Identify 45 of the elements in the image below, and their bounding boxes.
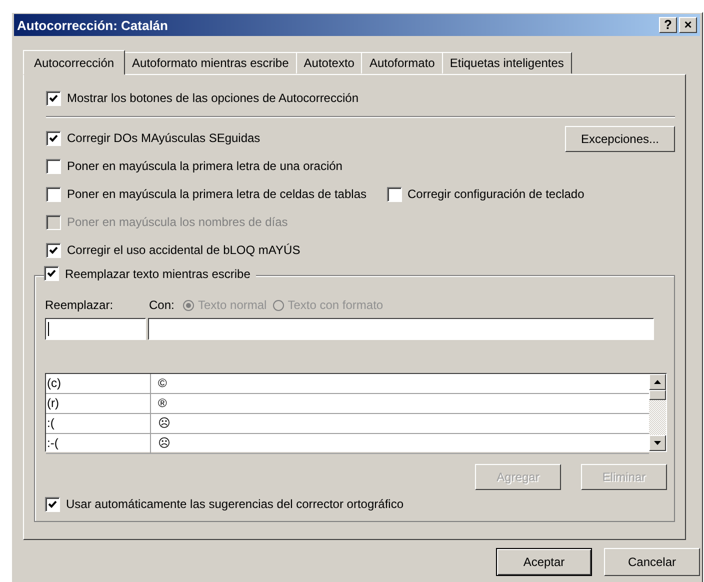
checkbox-label: Reemplazar texto mientras escribe: [65, 266, 250, 280]
dialog-button[interactable]: Aceptar: [496, 548, 592, 576]
with-field[interactable]: [148, 318, 654, 340]
checkbox-label: Poner en mayúscula los nombres de días: [67, 215, 288, 229]
checkbox-label: Poner en mayúscula la primera letra de una oración: [67, 159, 342, 173]
checkbox-label: Poner en mayúscula la primera letra de celdas de tablas: [67, 187, 366, 201]
field-label: Con:: [149, 298, 176, 312]
list-cell[interactable]: ©: [151, 374, 167, 393]
checkbox-label: Usar automáticamente las sugerencias del corrector ortográfico: [66, 497, 404, 511]
tab[interactable]: Autocorrección: [23, 50, 126, 75]
checkbox[interactable]: [46, 242, 61, 258]
checkbox-label: Mostrar los botones de las opciones de Autocorrección: [67, 91, 358, 105]
checkbox[interactable]: [46, 186, 61, 202]
checkbox-label: Corregir configuración de teclado: [408, 187, 584, 201]
help-button[interactable]: ?: [659, 17, 677, 33]
scrollbar[interactable]: [649, 374, 666, 451]
list-cell[interactable]: :(: [46, 414, 151, 433]
dialog-button[interactable]: Cancelar: [604, 548, 700, 576]
checkbox[interactable]: [45, 496, 60, 512]
window-title: Autocorrección: Catalán: [17, 18, 168, 32]
replace-field[interactable]: [45, 318, 146, 340]
checkbox[interactable]: [44, 266, 59, 281]
checkbox[interactable]: [46, 90, 61, 106]
tab[interactable]: Autotexto: [296, 52, 362, 74]
list-cell[interactable]: (r): [46, 394, 151, 413]
tab[interactable]: Etiquetas inteligentes: [442, 52, 572, 74]
scroll-thumb[interactable]: [649, 390, 666, 400]
tab[interactable]: Autoformato: [361, 52, 443, 74]
list-cell[interactable]: ®: [151, 394, 167, 413]
radio-label: Texto normal: [198, 298, 267, 312]
list-cell[interactable]: ☹: [151, 414, 171, 433]
checkbox-label: Corregir DOs MAyúsculas SEguidas: [67, 131, 260, 145]
checkbox[interactable]: [46, 130, 61, 146]
close-button[interactable]: ×: [679, 17, 697, 33]
scroll-down-icon[interactable]: [649, 435, 666, 451]
checkbox-label: Corregir el uso accidental de bLOQ mAYÚS: [67, 243, 300, 257]
scroll-up-icon[interactable]: [649, 374, 666, 390]
field-label: Reemplazar:: [45, 298, 114, 312]
exceptions-button[interactable]: Excepciones...: [565, 126, 675, 152]
list-cell[interactable]: (c): [46, 374, 151, 393]
checkbox[interactable]: [46, 158, 61, 174]
checkbox[interactable]: [386, 186, 402, 202]
list-cell[interactable]: ☹: [151, 434, 171, 453]
radio-label: Texto con formato: [288, 298, 384, 312]
list-cell[interactable]: :-(: [46, 434, 151, 453]
